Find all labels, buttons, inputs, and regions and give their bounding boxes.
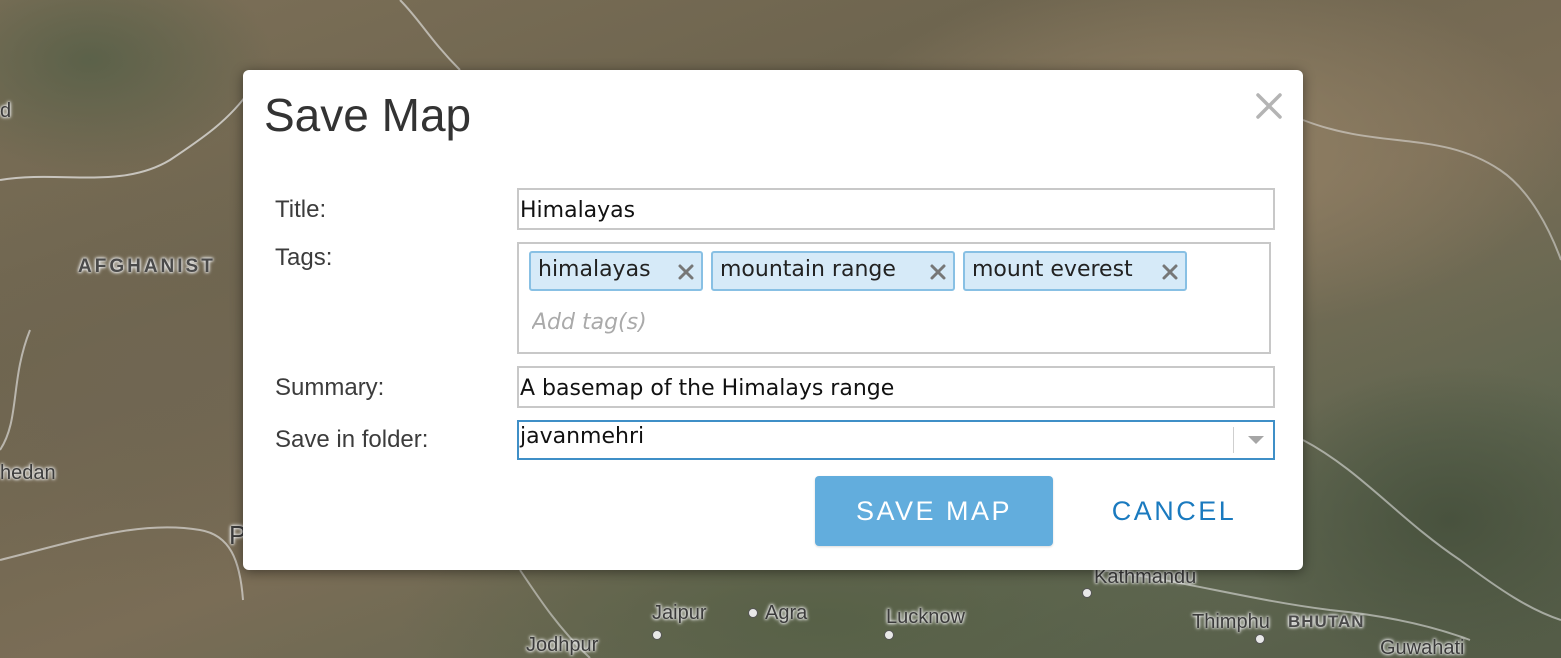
save-map-dialog: Save Map Title: Tags: himalayas mountain… bbox=[243, 70, 1303, 570]
city-dot-lucknow bbox=[884, 630, 894, 640]
close-icon bbox=[678, 264, 694, 280]
map-label-thimphu: Thimphu bbox=[1192, 611, 1270, 633]
close-button[interactable] bbox=[1251, 88, 1287, 124]
dialog-title: Save Map bbox=[264, 89, 472, 141]
close-icon bbox=[1162, 264, 1178, 280]
title-label: Title: bbox=[275, 196, 327, 223]
city-dot-jaipur bbox=[652, 630, 662, 640]
map-label-lucknow: Lucknow bbox=[886, 606, 965, 628]
remove-tag-button[interactable] bbox=[677, 262, 695, 280]
tags-label: Tags: bbox=[275, 244, 333, 271]
city-dot-thimphu bbox=[1255, 634, 1265, 644]
tag-chip: mountain range bbox=[711, 251, 955, 291]
title-input[interactable] bbox=[517, 188, 1275, 230]
tag-label: mount everest bbox=[972, 257, 1133, 282]
folder-select-value: javanmehri bbox=[520, 424, 645, 449]
map-label-fragment: d bbox=[0, 100, 12, 122]
tag-chip: himalayas bbox=[529, 251, 703, 291]
summary-label: Summary: bbox=[275, 374, 385, 401]
folder-select[interactable]: javanmehri bbox=[517, 420, 1275, 460]
city-dot-agra bbox=[748, 608, 758, 618]
select-divider bbox=[1233, 427, 1234, 453]
remove-tag-button[interactable] bbox=[1161, 262, 1179, 280]
add-tag-input[interactable] bbox=[532, 310, 932, 335]
save-map-button[interactable]: SAVE MAP bbox=[815, 476, 1053, 546]
cancel-button[interactable]: CANCEL bbox=[1095, 476, 1253, 546]
map-label-agra: Agra bbox=[765, 602, 808, 624]
folder-label: Save in folder: bbox=[275, 426, 429, 453]
tag-label: mountain range bbox=[720, 257, 896, 282]
caret-down-icon bbox=[1248, 436, 1264, 444]
map-label-bhutan: BHUTAN bbox=[1288, 612, 1365, 631]
summary-input[interactable] bbox=[517, 366, 1275, 408]
close-icon bbox=[930, 264, 946, 280]
map-label-afghanistan: AFGHANIST bbox=[78, 256, 216, 277]
tag-label: himalayas bbox=[538, 257, 651, 282]
map-label-zahedan: hedan bbox=[0, 462, 56, 484]
close-icon bbox=[1256, 93, 1282, 119]
map-label-guwahati: Guwahati bbox=[1380, 637, 1465, 658]
map-label-jodhpur: Jodhpur bbox=[526, 634, 599, 656]
tag-chip: mount everest bbox=[963, 251, 1187, 291]
remove-tag-button[interactable] bbox=[929, 262, 947, 280]
map-label-jaipur: Jaipur bbox=[652, 602, 707, 624]
city-dot-kathmandu bbox=[1082, 588, 1092, 598]
tags-input[interactable]: himalayas mountain range mount everest bbox=[517, 242, 1271, 354]
